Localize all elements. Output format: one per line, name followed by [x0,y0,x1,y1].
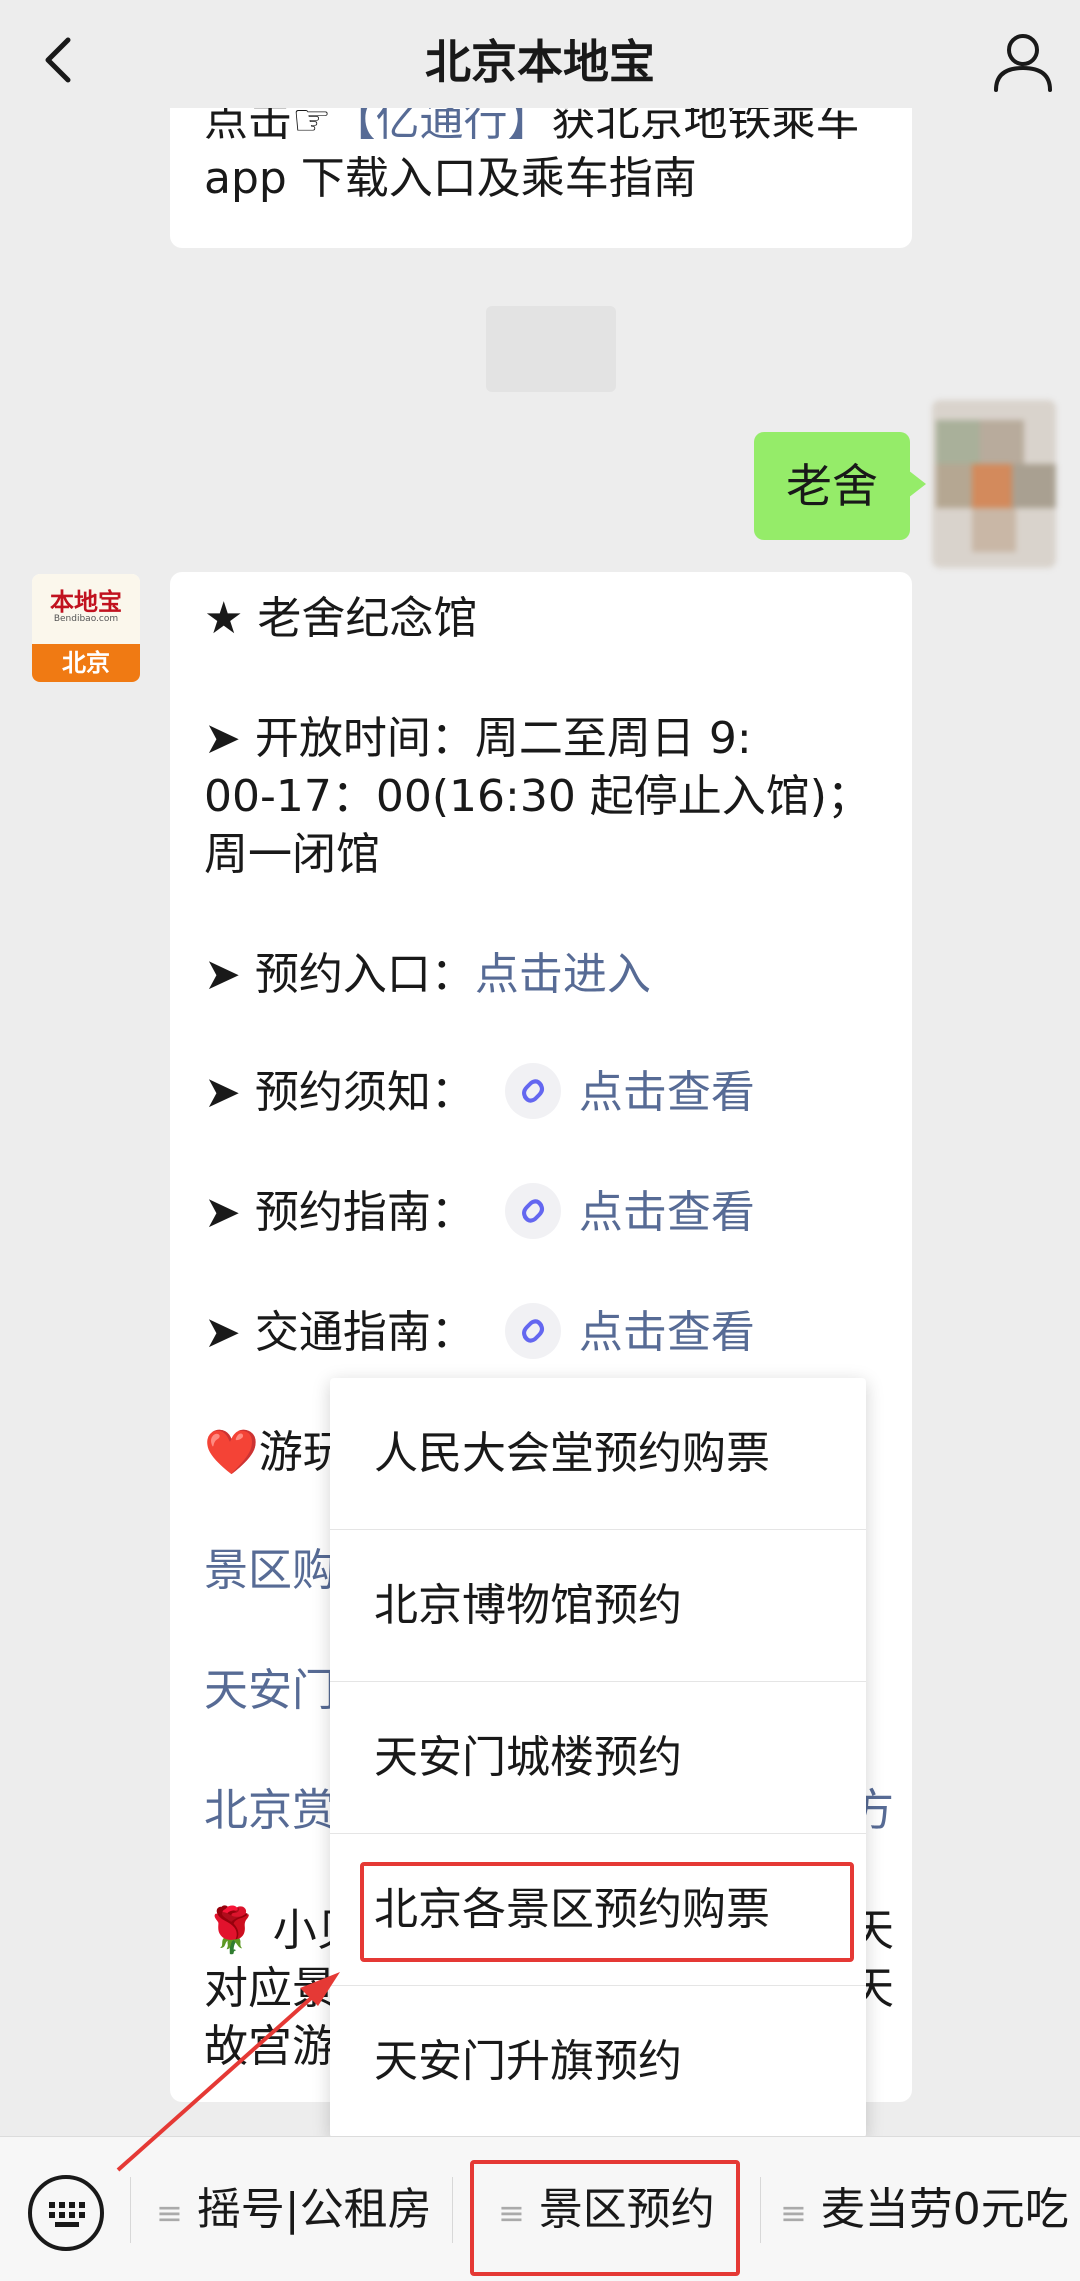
notice-row: ➤ 预约须知： 点击查看 [204,1063,755,1122]
profile-button[interactable] [990,28,1056,94]
menu-item-great-hall[interactable]: 人民大会堂预约购票 [330,1378,866,1530]
keyboard-toggle-button[interactable] [28,2175,104,2251]
guide-link[interactable]: 点击查看 [579,1187,755,1238]
traffic-link[interactable]: 点击查看 [579,1307,755,1358]
menu-item-museum[interactable]: 北京博物馆预约 [330,1530,866,1682]
menu-divider [760,2177,761,2243]
menu-item-tiananmen-tower[interactable]: 天安门城楼预约 [330,1682,866,1834]
tip-line2: 对应景 [204,1963,336,2014]
previous-message-line1: 点击☞【亿通行】获北京地铁乘车 [204,108,878,150]
message-text: 获北京地铁乘车 [551,108,860,146]
logo-subtext: Bendibao.com [53,614,119,624]
menu-lottery-housing[interactable]: ≡ 摇号|公租房 [156,2137,432,2281]
menu-divider [452,2177,453,2243]
official-account-avatar[interactable]: 本地宝 Bendibao.com 北京 [32,574,140,682]
menu-tab-highlight [470,2160,740,2276]
blurred-timestamp [486,306,616,392]
chat-screen: 北京本地宝 点击☞【亿通行】获北京地铁乘车 app 下载入口及乘车指南 老舍 本… [0,0,1080,2281]
pointing-hand-icon: ☞ [292,108,332,146]
mini-program-icon [504,1303,561,1359]
logo-city: 北京 [32,644,140,682]
mini-program-icon [504,1063,561,1119]
tip-line3: 故宫游 [204,2021,336,2072]
menu-item-flag-raising[interactable]: 天安门升旗预约 [330,1986,866,2138]
previous-message-line2: app 下载入口及乘车指南 [204,153,697,204]
yitongxing-link[interactable]: 【亿通行】 [331,108,551,146]
tiananmen-link[interactable]: 天安门 [204,1662,336,1720]
menu-list-icon: ≡ [780,2194,807,2232]
user-avatar[interactable] [932,400,1056,568]
notice-link[interactable]: 点击查看 [579,1067,755,1118]
play-row: ❤️游玩 [204,1427,347,1478]
hours-line3: 周一闭馆 [204,829,380,880]
scenic-reservation-submenu: 人民大会堂预约购票 北京博物馆预约 天安门城楼预约 北京各景区预约购票 天安门升… [330,1378,866,2138]
museum-title: ★ 老舍纪念馆 [204,593,478,644]
person-icon [994,34,1052,92]
guide-row: ➤ 预约指南： 点击查看 [204,1183,755,1242]
logo-text: 本地宝 [50,588,122,616]
message-text: 点击 [204,108,292,146]
traffic-row: ➤ 交通指南： 点击查看 [204,1303,755,1362]
header-bar: 北京本地宝 [0,0,1080,122]
keyboard-icon [49,2202,85,2227]
beijing-viewing-link[interactable]: 北京赏 [204,1782,336,1840]
menu-list-icon: ≡ [156,2194,183,2232]
hours-line1: ➤ 开放时间：周二至周日 9: [204,713,752,764]
reserve-row: ➤ 预约入口：点击进入 [204,949,651,1000]
mini-program-icon [504,1183,561,1239]
menu-divider [130,2177,131,2243]
menu-mcdonalds[interactable]: ≡ 麦当劳0元吃 [780,2137,1069,2281]
scenic-tickets-link[interactable]: 景区购 [204,1542,336,1600]
menu-item-highlight [360,1862,854,1962]
previous-message-bubble: 点击☞【亿通行】获北京地铁乘车 app 下载入口及乘车指南 [170,108,912,248]
hours-line2: 00-17：00(16:30 起停止入馆)； [204,771,871,822]
reserve-link[interactable]: 点击进入 [475,949,651,1000]
user-message-bubble[interactable]: 老舍 [754,432,926,540]
chat-title: 北京本地宝 [425,35,655,89]
